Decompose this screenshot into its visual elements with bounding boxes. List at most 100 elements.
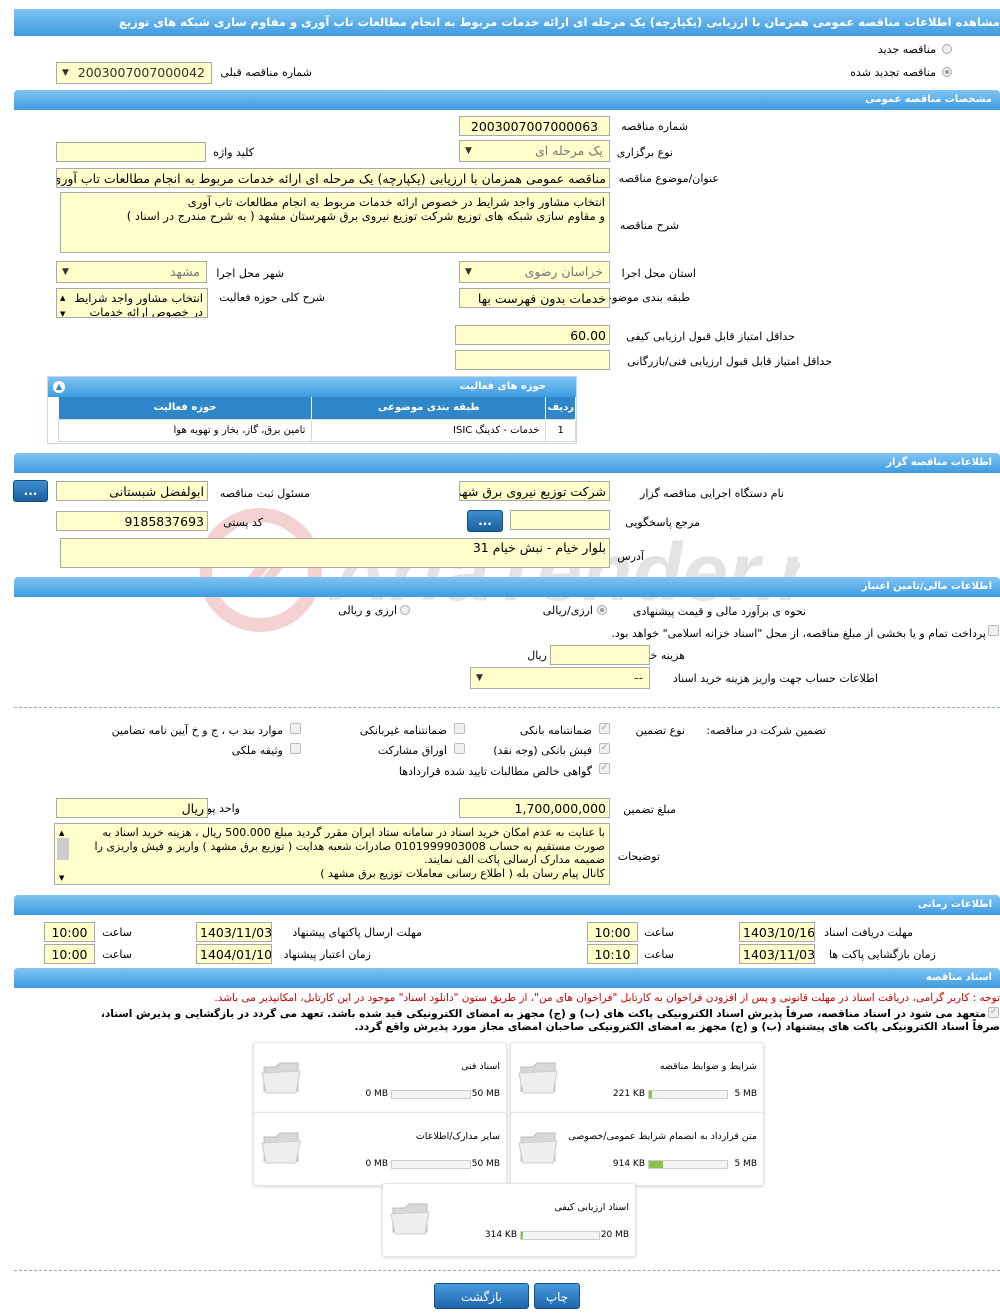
currency-rial-label: ارزی/ریالی bbox=[542, 604, 593, 617]
back-button[interactable]: بازگشت bbox=[434, 1283, 529, 1309]
doc-card-current: 0 MB bbox=[365, 1159, 388, 1169]
guarantee-option-label: وثیقه ملکی bbox=[231, 744, 283, 757]
collapse-icon[interactable]: ▲ bbox=[53, 381, 65, 393]
doc-card[interactable]: شرایط و ضوابط مناقصه 5 MB 221 KB bbox=[510, 1042, 764, 1116]
guarantee-amount-field[interactable]: 1,700,000,000 bbox=[459, 798, 610, 818]
section-organizer: اطلاعات مناقصه گزار bbox=[14, 453, 1000, 473]
doc-cost-field[interactable] bbox=[550, 645, 650, 665]
doc-card-title: سایر مدارک/اطلاعات bbox=[415, 1131, 500, 1142]
currency-both-radio[interactable] bbox=[400, 605, 410, 615]
doc-card[interactable]: اسناد ارزیابی کیفی 20 MB 314 KB bbox=[382, 1183, 636, 1257]
guarantee-option-label: گواهی خالص مطالبات تایید شده قراردادها bbox=[398, 765, 592, 778]
holding-type-label: نوع برگزاری bbox=[616, 146, 673, 159]
doc-card-progress bbox=[648, 1090, 728, 1099]
scroll-down-icon[interactable]: ▼ bbox=[60, 307, 65, 317]
doc-card-current: 914 KB bbox=[612, 1159, 645, 1169]
validity-label: زمان اعتبار پیشنهاد bbox=[283, 948, 371, 961]
receive-docs-label: مهلت دریافت اسناد bbox=[824, 926, 913, 939]
min-tech-field[interactable] bbox=[455, 350, 610, 370]
commit-line-2: صرفاً اسناد الکترونیکی پاکت های پیشنهاد … bbox=[354, 1021, 1000, 1033]
folder-icon bbox=[518, 1062, 558, 1094]
renewed-tender-radio[interactable] bbox=[942, 67, 952, 77]
guarantee-bank-checkbox[interactable]: ✓ bbox=[599, 723, 610, 734]
print-button[interactable]: چاپ bbox=[534, 1283, 580, 1309]
validity-date-field[interactable]: 1404/01/10 bbox=[196, 944, 272, 964]
send-deadline-date-field[interactable]: 1403/11/03 bbox=[196, 922, 272, 942]
row-field: تامین برق، گاز، بخار و تهویه هوا bbox=[57, 418, 313, 442]
doc-card[interactable]: اسناد فنی 50 MB 0 MB bbox=[253, 1042, 507, 1116]
guarantee-amount-label: مبلغ تضمین bbox=[623, 803, 676, 816]
scroll-down-icon[interactable]: ▼ bbox=[59, 872, 64, 884]
subject-label: عنوان/موضوع مناقصه bbox=[618, 172, 719, 185]
guarantee-bylaw-checkbox[interactable] bbox=[290, 723, 301, 734]
commit-checkbox[interactable]: ✓ bbox=[988, 1007, 999, 1018]
doc-card-progress bbox=[391, 1090, 471, 1099]
previous-number-select[interactable]: ▼ 2003007007000042 bbox=[56, 62, 212, 84]
registrar-lookup-button[interactable]: ... bbox=[13, 480, 48, 502]
city-select[interactable]: ▼ مشهد bbox=[56, 261, 207, 283]
currency-field[interactable]: ریال bbox=[56, 798, 208, 818]
doc-card[interactable]: متن قرارداد به انضمام شرایط عمومی/خصوصی … bbox=[510, 1112, 764, 1186]
response-ref-field[interactable] bbox=[510, 510, 610, 530]
guarantee-claims-checkbox[interactable]: ✓ bbox=[599, 763, 610, 774]
notes-textarea[interactable]: ▲ ▼ با عنایت به عدم امکان خرید اسناد در … bbox=[54, 823, 610, 885]
section-general: مشخصات مناقصه عمومی bbox=[14, 90, 1000, 110]
doc-card-max: 50 MB bbox=[471, 1089, 500, 1099]
folder-icon bbox=[261, 1132, 301, 1164]
treasury-text: پرداخت تمام و یا بخشی از مبلغ مناقصه، از… bbox=[611, 627, 986, 640]
open-date-field[interactable]: 1403/11/03 bbox=[739, 944, 815, 964]
doc-card-title: شرایط و ضوابط مناقصه bbox=[659, 1061, 757, 1072]
table-header-category: طبقه بندی موضوعی bbox=[311, 397, 547, 419]
guarantee-option-label: ضمانتنامه غیربانکی bbox=[359, 724, 447, 737]
doc-card-max: 50 MB bbox=[471, 1159, 500, 1169]
response-ref-lookup-button[interactable]: ... bbox=[467, 510, 503, 532]
org-field[interactable]: شرکت توزیع نیروی برق شهرستان مشهد bbox=[459, 481, 610, 501]
doc-card-current: 221 KB bbox=[612, 1089, 645, 1099]
doc-card[interactable]: سایر مدارک/اطلاعات 50 MB 0 MB bbox=[253, 1112, 507, 1186]
scroll-up-icon[interactable]: ▲ bbox=[60, 291, 65, 305]
registrar-label: مسئول ثبت مناقصه bbox=[219, 487, 310, 500]
chevron-down-icon: ▼ bbox=[62, 68, 69, 78]
description-textarea[interactable]: انتخاب مشاور واجد شرایط در خصوص ارائه خد… bbox=[60, 192, 610, 253]
category-field[interactable]: خدمات بدون فهرست بها bbox=[459, 288, 610, 308]
send-deadline-time-field[interactable]: 10:00 bbox=[44, 922, 95, 942]
doc-card-max: 5 MB bbox=[734, 1159, 757, 1169]
guarantee-property-checkbox[interactable] bbox=[290, 743, 301, 754]
activity-desc-textarea[interactable]: ▲ ▼ انتخاب مشاور واجد شرایط در خصوص ارائ… bbox=[56, 288, 208, 318]
guarantee-nonbank-checkbox[interactable] bbox=[454, 723, 465, 734]
scrollbar-thumb[interactable] bbox=[57, 838, 69, 860]
holding-type-select[interactable]: ▼ یک مرحله ای bbox=[459, 140, 610, 162]
category-label: طبقه بندی موضوعی bbox=[596, 291, 690, 304]
min-quality-field[interactable]: 60.00 bbox=[455, 325, 610, 345]
renewed-tender-label: مناقصه تجدید شده bbox=[850, 66, 936, 79]
guarantee-cash-checkbox[interactable]: ✓ bbox=[599, 743, 610, 754]
open-label: زمان بازگشایی پاکت ها bbox=[828, 948, 936, 961]
validity-time-field[interactable]: 10:00 bbox=[44, 944, 95, 964]
postal-field[interactable]: 9185837693 bbox=[56, 511, 208, 531]
doc-card-max: 20 MB bbox=[600, 1230, 629, 1240]
keyword-field[interactable] bbox=[56, 142, 206, 162]
activity-table: ردیف طبقه بندی موضوعی حوزه فعالیت 1 خدما… bbox=[57, 397, 576, 442]
new-tender-radio[interactable] bbox=[942, 44, 952, 54]
tender-number-field[interactable]: 2003007007000063 bbox=[459, 116, 610, 136]
postal-label: کد پستی bbox=[223, 516, 263, 529]
receive-docs-date-field[interactable]: 1403/10/16 bbox=[739, 922, 815, 942]
org-label: نام دستگاه اجرایی مناقصه گزار bbox=[640, 487, 784, 500]
open-time-field[interactable]: 10:10 bbox=[587, 944, 638, 964]
guarantee-bonds-checkbox[interactable] bbox=[454, 743, 465, 754]
currency-rial-radio[interactable] bbox=[597, 605, 607, 615]
address-field[interactable]: بلوار خیام - نبش خیام 31 bbox=[60, 538, 610, 568]
folder-icon bbox=[518, 1132, 558, 1164]
doc-card-title: متن قرارداد به انضمام شرایط عمومی/خصوصی bbox=[568, 1131, 757, 1142]
treasury-checkbox[interactable] bbox=[988, 625, 999, 636]
new-tender-label: مناقصه جدید bbox=[877, 43, 936, 56]
commit-line-1: متعهد می شود در اسناد مناقصه، صرفاً پذیر… bbox=[100, 1008, 986, 1020]
province-select[interactable]: ▼ خراسان رضوی bbox=[459, 261, 610, 283]
subject-field[interactable]: مناقصه عمومی همزمان با ارزیابی (یکپارچه)… bbox=[56, 168, 610, 188]
registrar-field[interactable]: ابولفضل شبستانی bbox=[56, 481, 208, 501]
chevron-down-icon: ▼ bbox=[465, 146, 472, 156]
divider bbox=[14, 1270, 1000, 1271]
receive-docs-time-field[interactable]: 10:00 bbox=[587, 922, 638, 942]
city-label: شهر محل اجرا bbox=[216, 267, 284, 280]
account-select[interactable]: ▼ -- bbox=[470, 667, 650, 689]
